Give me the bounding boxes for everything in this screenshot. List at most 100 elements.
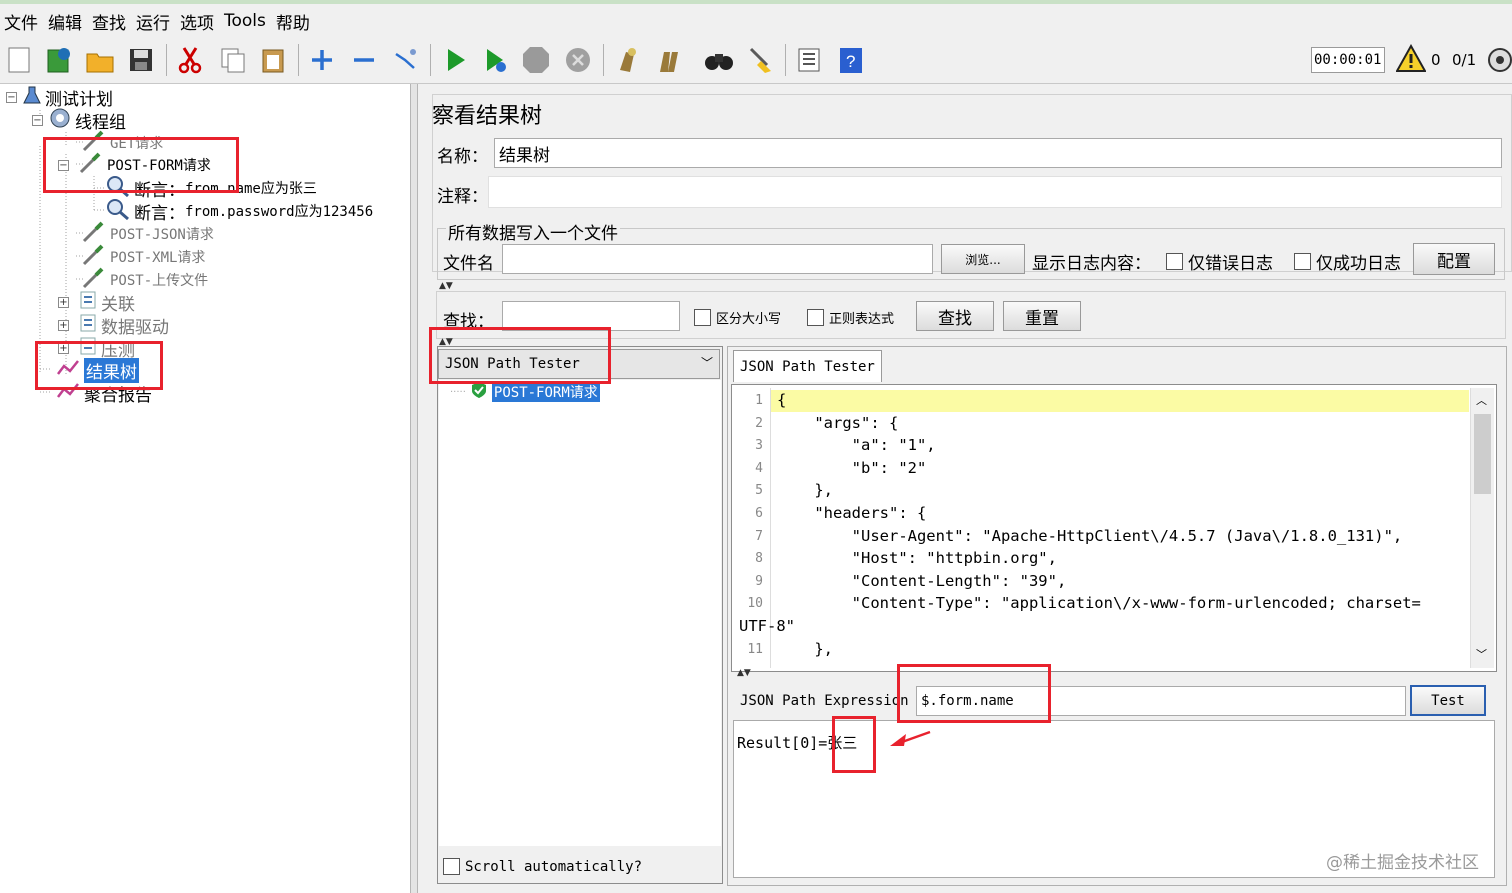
copy-icon[interactable]: [218, 45, 248, 75]
code-line: "Content-Type": "application\/x-www-form…: [777, 594, 1421, 613]
expand-icon[interactable]: [307, 45, 337, 75]
collapse-toggle[interactable]: −: [32, 114, 43, 126]
search-icon[interactable]: [703, 45, 733, 75]
chevron-down-icon[interactable]: ﹀: [1476, 646, 1487, 662]
checkbox-box[interactable]: [694, 309, 711, 326]
templates-icon[interactable]: [43, 45, 73, 75]
split-arrows-icon[interactable]: ▲▼: [439, 281, 453, 291]
collapse-icon[interactable]: [349, 45, 379, 75]
code-line: "headers": {: [777, 504, 927, 522]
clear-icon[interactable]: [611, 45, 641, 75]
save-icon[interactable]: [126, 45, 156, 75]
code-line: UTF-8": [739, 617, 795, 635]
tree-node-post-json[interactable]: POST-JSON请求: [80, 221, 214, 245]
code-line: "args": {: [777, 413, 899, 432]
browse-button[interactable]: 浏览...: [941, 244, 1025, 274]
toggle-icon[interactable]: [390, 45, 420, 75]
menu-options[interactable]: 选项: [178, 9, 222, 34]
tree-node-data-driven[interactable]: + 数据驱动: [58, 313, 169, 338]
menu-run[interactable]: 运行: [134, 9, 178, 34]
expand-toggle[interactable]: +: [58, 319, 69, 331]
warning-count: 0: [1431, 51, 1441, 69]
reset-search-icon[interactable]: [745, 45, 775, 75]
new-icon[interactable]: [4, 45, 34, 75]
menu-help[interactable]: 帮助: [274, 9, 318, 34]
code-line: "Content-Length": "39",: [777, 571, 1067, 590]
annotation-box-renderer: [429, 327, 611, 384]
write-file-group-title: 所有数据写入一个文件: [446, 219, 620, 244]
tree-node-assertion-password[interactable]: 断言： from.password应为123456: [106, 198, 373, 225]
sample-post-form[interactable]: ····· POST-FORM请求: [450, 381, 600, 403]
annotation-arrow-icon: [890, 730, 931, 746]
pane-splitter[interactable]: [410, 84, 418, 893]
filename-field[interactable]: [502, 244, 933, 274]
comment-field[interactable]: [488, 176, 1502, 208]
errors-only-checkbox[interactable]: 仅错误日志: [1166, 249, 1273, 274]
current-line-highlight: [771, 390, 1469, 412]
warning-icon[interactable]: [1395, 43, 1427, 79]
tree-node-correlation[interactable]: + 关联: [58, 291, 135, 315]
stop-icon[interactable]: [521, 45, 551, 75]
expand-toggle[interactable]: +: [58, 296, 69, 308]
checkbox-box[interactable]: [1166, 253, 1183, 270]
tree-node-post-xml[interactable]: POST-XML请求: [80, 244, 205, 268]
tree-node-test-plan[interactable]: − 测试计划: [6, 86, 113, 110]
tree-node-post-upload[interactable]: POST-上传文件: [80, 267, 208, 291]
clear-all-icon[interactable]: [653, 45, 683, 75]
log-content-label: 显示日志内容：: [1032, 254, 1151, 274]
gear-icon: [49, 107, 71, 134]
menu-file[interactable]: 文件: [2, 9, 46, 34]
line-number: 8: [755, 551, 763, 567]
line-number: 11: [747, 641, 763, 657]
success-only-checkbox[interactable]: 仅成功日志: [1294, 249, 1401, 274]
find-button[interactable]: 查找: [916, 301, 994, 331]
controller-icon: [79, 313, 97, 338]
checkbox-box[interactable]: [443, 858, 460, 875]
checkbox-box[interactable]: [1294, 253, 1311, 270]
shutdown-icon[interactable]: [563, 45, 593, 75]
code-line: "a": "1",: [777, 436, 936, 455]
configure-button[interactable]: 配置: [1413, 243, 1495, 275]
reset-button[interactable]: 重置: [1003, 301, 1081, 331]
scroll-thumb[interactable]: [1474, 414, 1491, 494]
function-helper-icon[interactable]: [794, 45, 824, 75]
line-number: 3: [755, 438, 763, 454]
cut-icon[interactable]: [175, 45, 205, 75]
start-icon[interactable]: [440, 45, 470, 75]
tree-node-thread-group[interactable]: − 线程组: [32, 107, 126, 134]
regex-checkbox[interactable]: 正则表达式: [807, 308, 894, 327]
response-body[interactable]: 1 2 3 4 5 6 7 8 9 10 11 { "args": { "a": "1", "b":…: [733, 388, 1469, 668]
elapsed-time: 00:00:01: [1311, 47, 1385, 73]
line-number: 5: [755, 483, 763, 499]
tab-json-path-tester[interactable]: JSON Path Tester: [733, 350, 882, 382]
menu-edit[interactable]: 编辑: [46, 9, 90, 34]
name-field[interactable]: 结果树: [494, 138, 1502, 168]
toolbar: ? 00:00:01 0 0/1: [0, 38, 1512, 84]
chevron-up-icon[interactable]: ︿: [1476, 392, 1487, 408]
split-arrows-icon[interactable]: ▲▼: [737, 668, 751, 678]
watermark: @稀土掘金技术社区: [1326, 853, 1479, 873]
remote-icon[interactable]: [1486, 45, 1512, 75]
line-number: 2: [755, 415, 763, 431]
paste-icon[interactable]: [258, 45, 288, 75]
menu-tools[interactable]: Tools: [222, 11, 274, 31]
collapse-toggle[interactable]: −: [6, 91, 17, 103]
menu-bar: 文件 编辑 查找 运行 选项 Tools 帮助: [0, 4, 1512, 38]
open-icon[interactable]: [85, 45, 115, 75]
code-line: },: [777, 481, 833, 500]
help-icon[interactable]: ?: [836, 45, 866, 75]
panel-title: 察看结果树: [432, 104, 543, 129]
response-scrollbar[interactable]: ︿ ﹀: [1470, 388, 1494, 668]
start-no-pause-icon[interactable]: [480, 45, 510, 75]
test-button[interactable]: Test: [1410, 685, 1486, 716]
checkbox-box[interactable]: [807, 309, 824, 326]
code-line: {: [777, 391, 787, 409]
scroll-auto-checkbox[interactable]: Scroll automatically?: [443, 858, 642, 875]
magnifier-icon: [106, 198, 130, 225]
name-label: 名称：: [437, 147, 488, 167]
line-number: 10: [747, 596, 763, 612]
menu-search[interactable]: 查找: [90, 9, 134, 34]
annotation-box-post-form: [43, 137, 239, 193]
expression-label: JSON Path Expression: [740, 693, 909, 709]
case-sensitive-checkbox[interactable]: 区分大小写: [694, 308, 781, 327]
